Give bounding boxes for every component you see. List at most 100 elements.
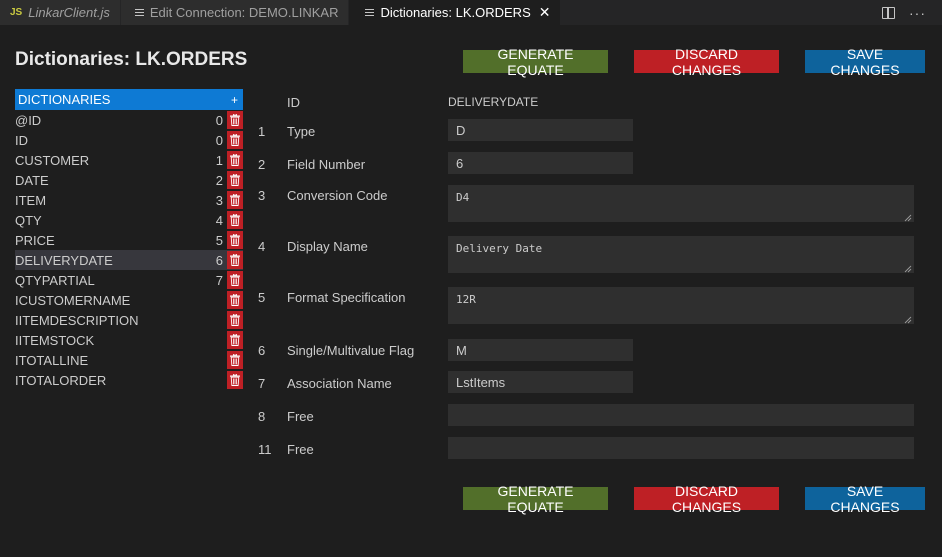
- editor-tab-bar: JS LinkarClient.js Edit Connection: DEMO…: [0, 0, 942, 25]
- field-input[interactable]: LstItems: [448, 371, 633, 393]
- save-changes-button-bottom[interactable]: SAVE CHANGES: [805, 483, 925, 515]
- dictionary-item-number: 0: [215, 112, 223, 128]
- field-index: 6: [258, 343, 266, 358]
- trash-icon[interactable]: [227, 211, 243, 229]
- field-label: Free: [287, 409, 314, 424]
- dictionary-item-name: DATE: [15, 172, 49, 188]
- field-index: 5: [258, 290, 266, 305]
- save-changes-button[interactable]: SAVE CHANGES: [805, 46, 925, 78]
- dictionary-item-name: DELIVERYDATE: [15, 252, 113, 268]
- field-input[interactable]: M: [448, 339, 633, 361]
- field-input[interactable]: D: [448, 119, 633, 141]
- dictionary-item-number: 6: [215, 252, 223, 268]
- resize-grip-icon[interactable]: [904, 212, 912, 222]
- trash-icon[interactable]: [227, 271, 243, 289]
- generate-equate-button[interactable]: GENERATE EQUATE: [463, 46, 608, 78]
- more-actions-icon[interactable]: ···: [909, 5, 926, 21]
- dictionary-item-number: 0: [215, 132, 223, 148]
- dictionary-item[interactable]: @ID 0: [15, 110, 243, 130]
- add-dictionary-icon[interactable]: +: [231, 93, 238, 107]
- field-label: Type: [287, 124, 316, 139]
- dictionary-item[interactable]: IITEMSTOCK: [15, 330, 243, 350]
- field-label: Conversion Code: [287, 188, 388, 203]
- dictionary-item-name: IITEMDESCRIPTION: [15, 312, 139, 328]
- field-value: 12R: [456, 293, 476, 306]
- field-value: D: [456, 122, 466, 138]
- dictionary-item-name: CUSTOMER: [15, 152, 90, 168]
- dictionaries-header-label: DICTIONARIES: [18, 92, 111, 107]
- trash-icon[interactable]: [227, 351, 243, 369]
- trash-icon[interactable]: [227, 191, 243, 209]
- editor-actions: ···: [882, 0, 942, 25]
- trash-icon[interactable]: [227, 131, 243, 149]
- field-index: 4: [258, 239, 266, 254]
- dictionary-item-name: ID: [15, 132, 28, 148]
- dictionary-item-name: ICUSTOMERNAME: [15, 292, 131, 308]
- dictionary-item-name: ITEM: [15, 192, 47, 208]
- dictionary-item[interactable]: ID 0: [15, 130, 243, 150]
- close-icon[interactable]: ✕: [539, 4, 551, 21]
- trash-icon[interactable]: [227, 291, 243, 309]
- dictionary-item[interactable]: QTYPARTIAL 7: [15, 270, 243, 290]
- generate-equate-button-bottom[interactable]: GENERATE EQUATE: [463, 483, 608, 515]
- trash-icon[interactable]: [227, 251, 243, 269]
- field-value: D4: [456, 191, 470, 204]
- trash-icon[interactable]: [227, 231, 243, 249]
- split-editor-icon[interactable]: [882, 6, 895, 19]
- field-label: Association Name: [287, 376, 392, 391]
- dictionary-item[interactable]: DELIVERYDATE 6: [15, 250, 243, 270]
- field-index: 2: [258, 157, 266, 172]
- field-input[interactable]: [448, 437, 914, 459]
- field-textarea[interactable]: D4: [448, 185, 914, 222]
- dictionary-item-number: 1: [215, 152, 223, 168]
- resize-grip-icon[interactable]: [904, 314, 912, 324]
- trash-icon[interactable]: [227, 151, 243, 169]
- dictionary-item-name: ITOTALORDER: [15, 372, 107, 388]
- field-textarea[interactable]: 12R: [448, 287, 914, 324]
- dictionary-item-number: 5: [215, 232, 223, 248]
- trash-icon[interactable]: [227, 111, 243, 129]
- dictionary-item[interactable]: QTY 4: [15, 210, 243, 230]
- dictionary-item[interactable]: IITEMDESCRIPTION: [15, 310, 243, 330]
- js-file-icon: JS: [10, 7, 23, 18]
- dictionary-item-name: @ID: [15, 112, 42, 128]
- field-textarea[interactable]: Delivery Date: [448, 236, 914, 273]
- dictionary-item-number: 2: [215, 172, 223, 188]
- field-value: LstItems: [456, 374, 506, 390]
- trash-icon[interactable]: [227, 311, 243, 329]
- dictionary-item-name: PRICE: [15, 232, 55, 248]
- field-index: 11: [258, 442, 272, 457]
- dictionary-item-name: QTYPARTIAL: [15, 272, 95, 288]
- discard-changes-button[interactable]: DISCARD CHANGES: [634, 46, 779, 78]
- field-input[interactable]: 6: [448, 152, 633, 174]
- page-title: Dictionaries: LK.ORDERS: [15, 49, 248, 70]
- discard-changes-button-bottom[interactable]: DISCARD CHANGES: [634, 483, 779, 515]
- trash-icon[interactable]: [227, 171, 243, 189]
- tab-edit-connection[interactable]: Edit Connection: DEMO.LINKAR: [120, 0, 350, 25]
- tab-dictionaries[interactable]: Dictionaries: LK.ORDERS ✕: [349, 0, 562, 25]
- trash-icon[interactable]: [227, 371, 243, 389]
- dictionary-item[interactable]: ITOTALLINE: [15, 350, 243, 370]
- field-label: Field Number: [287, 157, 366, 172]
- dictionary-item-number: 3: [215, 192, 223, 208]
- dictionary-item[interactable]: ICUSTOMERNAME: [15, 290, 243, 310]
- field-label: Single/Multivalue Flag: [287, 343, 415, 358]
- tab-linkar-client-js[interactable]: JS LinkarClient.js: [0, 0, 121, 25]
- field-value: M: [456, 342, 467, 358]
- dictionary-item[interactable]: CUSTOMER 1: [15, 150, 243, 170]
- dictionary-item-number: 7: [215, 272, 223, 288]
- tab-label: Edit Connection: DEMO.LINKAR: [149, 5, 339, 20]
- dictionary-item-name: QTY: [15, 212, 42, 228]
- field-label: Free: [287, 442, 314, 457]
- field-input[interactable]: [448, 404, 914, 426]
- dictionary-item[interactable]: ITOTALORDER: [15, 370, 243, 390]
- dictionary-item[interactable]: DATE 2: [15, 170, 243, 190]
- dictionary-item[interactable]: PRICE 5: [15, 230, 243, 250]
- trash-icon[interactable]: [227, 331, 243, 349]
- dictionary-item[interactable]: ITEM 3: [15, 190, 243, 210]
- resize-grip-icon[interactable]: [904, 263, 912, 273]
- tab-label: Dictionaries: LK.ORDERS: [380, 5, 531, 20]
- tab-label: LinkarClient.js: [28, 5, 110, 20]
- field-index: 8: [258, 409, 266, 424]
- id-value: DELIVERYDATE: [448, 95, 539, 109]
